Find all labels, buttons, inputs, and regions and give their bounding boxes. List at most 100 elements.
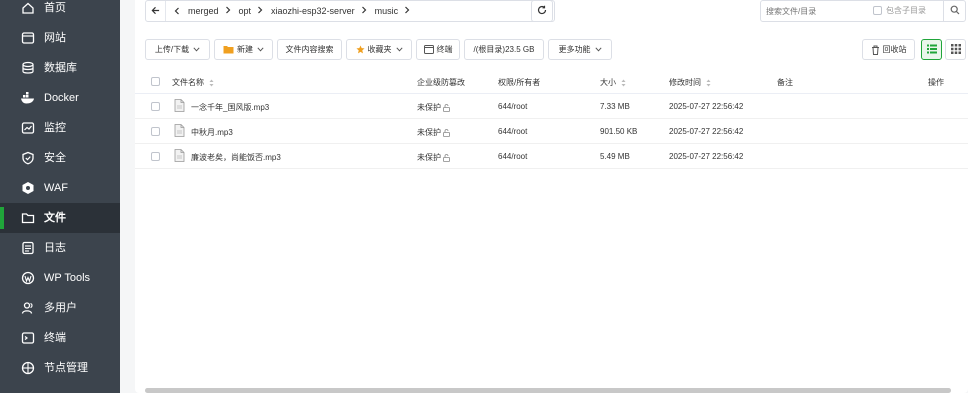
permission[interactable]: 644/root — [498, 127, 527, 136]
sidebar-item-label: 安全 — [44, 152, 66, 164]
wordpress-icon — [20, 270, 36, 286]
more-functions-button[interactable]: 更多功能 — [548, 39, 612, 60]
waf-icon — [20, 180, 36, 196]
checkbox[interactable] — [873, 6, 882, 15]
button-label: 终端 — [436, 45, 453, 54]
sidebar-item-label: 节点管理 — [44, 362, 88, 374]
column-header-label: 修改时间 — [669, 78, 701, 87]
sidebar-item-monitor[interactable]: 监控 — [0, 113, 120, 143]
modified-time: 2025-07-27 22:56:42 — [669, 102, 744, 111]
column-header-mtime[interactable]: 修改时间 — [669, 77, 711, 88]
breadcrumb-item[interactable]: merged — [184, 6, 235, 16]
breadcrumb-label: music — [374, 6, 399, 16]
sidebar-item-docker[interactable]: Docker — [0, 83, 120, 113]
sidebar-item-waf[interactable]: WAF — [0, 173, 120, 203]
database-icon — [20, 60, 36, 76]
file-manager-panel: merged opt xiaozhi-esp32-server music 包含… — [135, 0, 968, 393]
table-row[interactable]: 一念千年_国风版.mp3 未保护 644/root 7.33 MB 2025-0… — [135, 94, 968, 119]
chevron-right-icon — [257, 6, 263, 16]
refresh-icon — [537, 5, 547, 17]
back-button[interactable] — [146, 1, 166, 21]
sidebar-item-wp-tools[interactable]: WP Tools — [0, 263, 120, 293]
chevron-down-icon — [257, 45, 264, 54]
file-name[interactable]: 廉波老矣，尚能饭否.mp3 — [191, 152, 281, 163]
breadcrumb-item[interactable]: music — [371, 6, 415, 16]
column-header-size[interactable]: 大小 — [600, 77, 626, 88]
breadcrumb-item[interactable]: opt — [235, 6, 268, 16]
upload-download-button[interactable]: 上传/下载 — [145, 39, 210, 60]
file-name[interactable]: 一念千年_国风版.mp3 — [191, 102, 269, 113]
sidebar-item-files[interactable]: 文件 — [0, 203, 120, 233]
sidebar-item-terminal[interactable]: 终端 — [0, 323, 120, 353]
protect-status-label: 未保护 — [417, 153, 441, 162]
sidebar-item-label: 网站 — [44, 32, 66, 44]
grid-view-button[interactable] — [945, 39, 966, 60]
table-row[interactable]: 中秋月.mp3 未保护 644/root 901.50 KB 2025-07-2… — [135, 119, 968, 144]
sidebar-item-label: 日志 — [44, 242, 66, 254]
column-header-name[interactable]: 文件名称 — [172, 77, 214, 88]
audio-file-icon — [174, 149, 185, 164]
column-header-label: 文件名称 — [172, 78, 204, 87]
file-content-search-button[interactable]: 文件内容搜索 — [277, 39, 342, 60]
terminal-button[interactable]: 终端 — [416, 39, 460, 60]
breadcrumb-root-chevron[interactable] — [170, 7, 184, 15]
list-view-button[interactable] — [921, 39, 942, 60]
sidebar-item-label: 监控 — [44, 122, 66, 134]
select-all-checkbox[interactable] — [151, 77, 160, 86]
scrollbar-thumb[interactable] — [145, 388, 951, 393]
chevron-down-icon — [193, 45, 200, 54]
file-name[interactable]: 中秋月.mp3 — [191, 127, 233, 138]
new-button[interactable]: 新建 — [214, 39, 273, 60]
breadcrumb-item[interactable]: xiaozhi-esp32-server — [267, 6, 371, 16]
column-header-label: 企业级防篡改 — [417, 78, 465, 87]
sidebar-item-label: WAF — [44, 182, 69, 194]
search-input[interactable] — [761, 1, 871, 21]
permission[interactable]: 644/root — [498, 152, 527, 161]
chevron-right-icon — [361, 6, 367, 16]
users-icon — [20, 300, 36, 316]
sidebar-item-label: 终端 — [44, 332, 66, 344]
permission[interactable]: 644/root — [498, 102, 527, 111]
sidebar-item-logs[interactable]: 日志 — [0, 233, 120, 263]
row-checkbox[interactable] — [151, 127, 160, 136]
protect-status[interactable]: 未保护 — [417, 102, 450, 113]
horizontal-scrollbar[interactable] — [145, 388, 951, 393]
row-checkbox[interactable] — [151, 102, 160, 111]
column-header-label: 操作 — [928, 78, 944, 87]
table-row[interactable]: 廉波老矣，尚能饭否.mp3 未保护 644/root 5.49 MB 2025-… — [135, 144, 968, 169]
protect-status[interactable]: 未保护 — [417, 152, 450, 163]
search-button[interactable] — [943, 1, 965, 21]
disk-button[interactable]: /(根目录)23.5 GB — [464, 39, 544, 60]
include-subdir-checkbox[interactable]: 包含子目录 — [873, 5, 926, 16]
column-header-label: 权限/所有者 — [498, 78, 541, 87]
trash-icon — [871, 45, 880, 55]
recycle-bin-button[interactable]: 回收站 — [862, 39, 915, 60]
column-header-label: 大小 — [600, 78, 616, 87]
terminal-icon — [423, 45, 434, 54]
sidebar-item-database[interactable]: 数据库 — [0, 53, 120, 83]
protect-status[interactable]: 未保护 — [417, 127, 450, 138]
chevron-down-icon — [594, 45, 602, 54]
sort-icon — [621, 79, 626, 87]
search-icon — [950, 5, 960, 17]
folder-new-icon — [223, 45, 234, 54]
list-view-icon — [926, 44, 937, 56]
monitor-icon — [20, 120, 36, 136]
sidebar-item-multi-user[interactable]: 多用户 — [0, 293, 120, 323]
sidebar-item-website[interactable]: 网站 — [0, 23, 120, 53]
folder-icon — [20, 210, 36, 226]
sidebar-item-security[interactable]: 安全 — [0, 143, 120, 173]
terminal-icon — [20, 330, 36, 346]
sidebar-item-home[interactable]: 首页 — [0, 0, 120, 23]
star-icon — [355, 45, 365, 54]
sidebar-item-node-management[interactable]: 节点管理 — [0, 353, 120, 383]
button-label: /(根目录)23.5 GB — [473, 45, 535, 54]
refresh-button[interactable] — [531, 0, 553, 22]
column-header-label: 备注 — [777, 78, 793, 87]
column-header-perm: 权限/所有者 — [498, 77, 540, 88]
docker-icon — [20, 90, 36, 106]
sidebar-item-label: 文件 — [44, 212, 66, 224]
file-size: 901.50 KB — [600, 127, 638, 136]
row-checkbox[interactable] — [151, 152, 160, 161]
favorites-button[interactable]: 收藏夹 — [346, 39, 412, 60]
